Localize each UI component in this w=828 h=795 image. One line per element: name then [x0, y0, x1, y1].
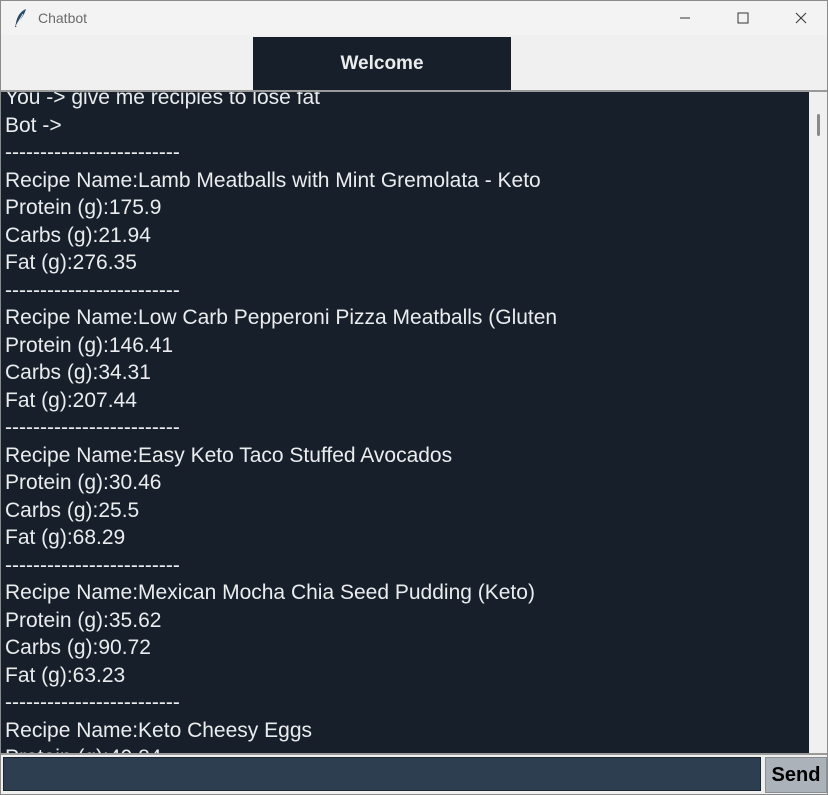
- chat-log[interactable]: You -> give me recipies to lose fat Bot …: [1, 92, 809, 753]
- window-title: Chatbot: [38, 10, 88, 26]
- chat-line: Fat (g):207.44: [5, 388, 137, 412]
- chat-line: You -> give me recipies to lose fat: [5, 92, 320, 109]
- chat-line: Carbs (g):25.5: [5, 498, 140, 522]
- close-button[interactable]: [772, 1, 827, 35]
- chat-line: Recipe Name:Lamb Meatballs with Mint Gre…: [5, 168, 541, 192]
- send-button[interactable]: Send: [765, 757, 827, 793]
- chat-line: Carbs (g):90.72: [5, 636, 151, 659]
- scrollbar-thumb[interactable]: [817, 114, 820, 136]
- chat-line: -------------------------: [5, 141, 180, 164]
- chat-line: Protein (g):175.9: [5, 196, 162, 219]
- message-input[interactable]: [3, 757, 761, 791]
- chat-line: Carbs (g):21.94: [5, 223, 151, 247]
- chat-line: -------------------------: [5, 553, 180, 577]
- chat-line: Carbs (g):34.31: [5, 361, 151, 384]
- minimize-icon: [680, 17, 690, 19]
- chat-line: -------------------------: [5, 691, 180, 714]
- chat-line: Recipe Name:Keto Cheesy Eggs: [5, 718, 312, 742]
- maximize-icon: [737, 12, 749, 24]
- chat-line: Protein (g):40.84: [5, 746, 161, 753]
- chat-scrollbar[interactable]: [809, 92, 827, 753]
- chat-line: -------------------------: [5, 278, 180, 302]
- chat-line: Protein (g):30.46: [5, 471, 162, 494]
- chat-line: Fat (g):63.23: [5, 663, 126, 687]
- chat-line: Bot ->: [5, 113, 62, 137]
- minimize-button[interactable]: [656, 1, 714, 35]
- chat-line: Fat (g):276.35: [5, 251, 137, 274]
- chat-line: Fat (g):68.29: [5, 526, 126, 549]
- input-divider: [1, 753, 827, 755]
- close-icon: [795, 12, 807, 24]
- chat-line: Recipe Name:Mexican Mocha Chia Seed Pudd…: [5, 581, 535, 604]
- chat-line: Protein (g):35.62: [5, 608, 162, 632]
- feather-icon: [15, 9, 26, 27]
- chat-line: Recipe Name:Low Carb Pepperoni Pizza Mea…: [5, 306, 558, 329]
- chatbot-window: Chatbot Welcome You -> give me recipies …: [0, 0, 828, 795]
- title-bar[interactable]: Chatbot: [1, 1, 827, 35]
- chat-line: Recipe Name:Easy Keto Taco Stuffed Avoca…: [5, 443, 453, 467]
- maximize-button[interactable]: [714, 1, 772, 35]
- chat-line: Protein (g):146.41: [5, 333, 174, 357]
- chat-text: You -> give me recipies to lose fat Bot …: [5, 92, 557, 753]
- header-title: Welcome: [253, 37, 511, 90]
- chat-line: -------------------------: [5, 416, 180, 439]
